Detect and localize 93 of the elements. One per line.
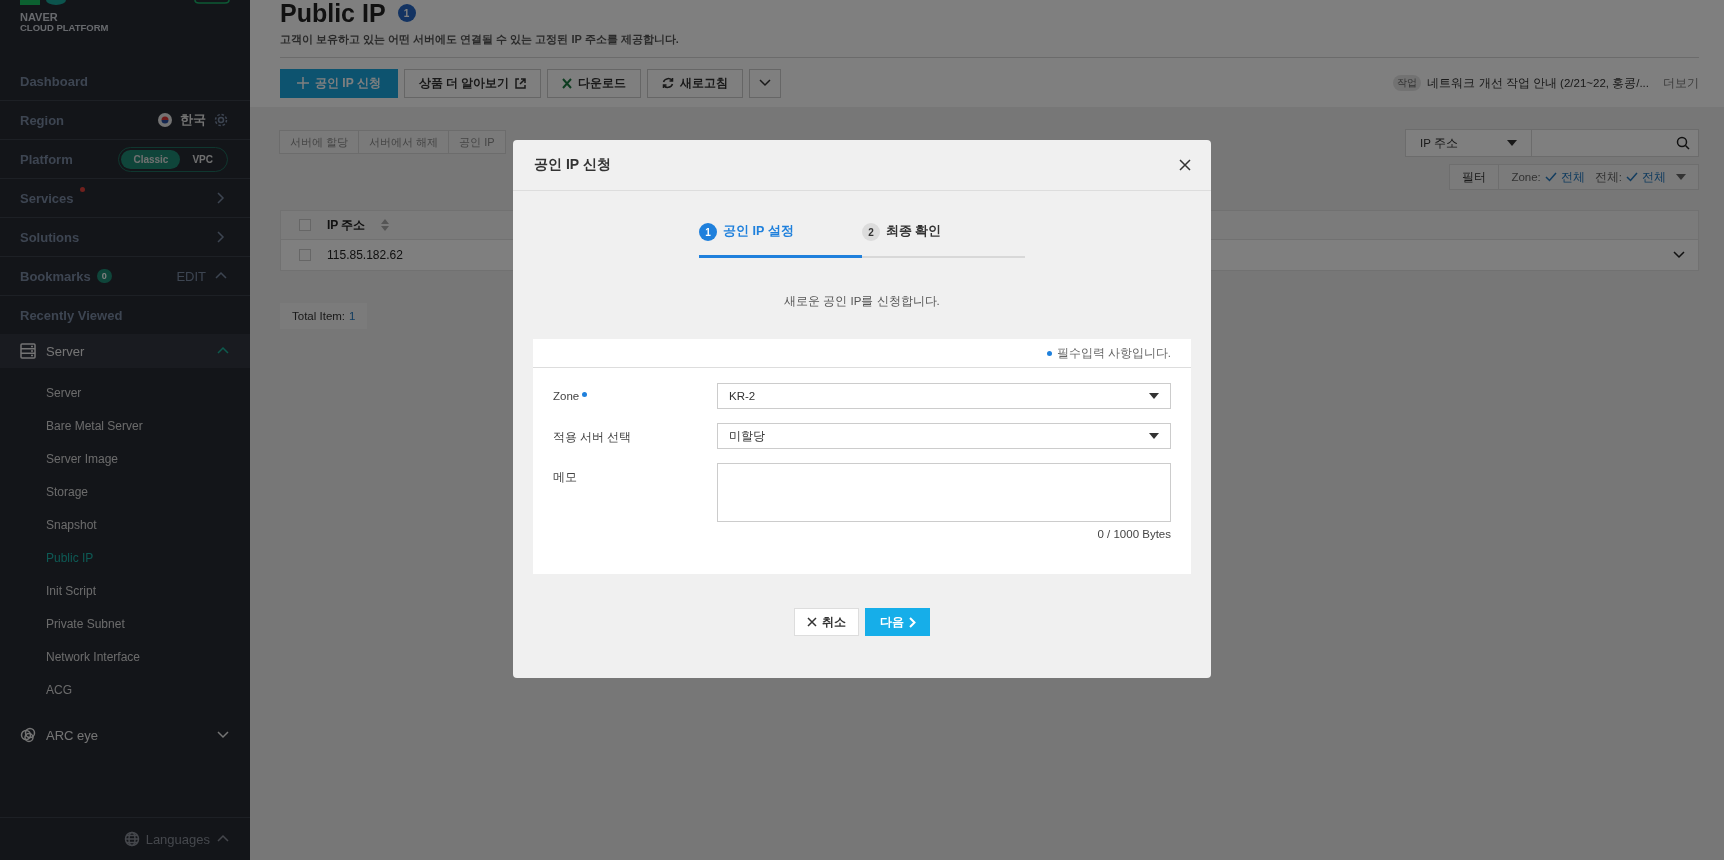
filter-value: 전체 bbox=[1642, 169, 1666, 185]
step-tab[interactable]: 1 공인 IP 설정 bbox=[699, 223, 862, 258]
notice-link[interactable]: 네트워크 개선 작업 안내 (2/21~22, 홍콩/... bbox=[1427, 75, 1649, 91]
chevron-icon bbox=[908, 616, 916, 628]
select-value: 미할당 bbox=[729, 428, 765, 444]
more-link[interactable]: 더보기 bbox=[1663, 75, 1699, 91]
checkbox[interactable] bbox=[299, 219, 311, 231]
menu-group-header[interactable]: Server bbox=[0, 334, 250, 368]
submenu-item[interactable]: Bare Metal Server bbox=[46, 409, 250, 442]
cancel-button[interactable]: 취소 bbox=[794, 608, 859, 636]
settings-icon[interactable] bbox=[214, 113, 228, 127]
submenu-item[interactable]: Server bbox=[46, 376, 250, 409]
caret-icon bbox=[1676, 174, 1686, 180]
check-icon bbox=[1544, 172, 1557, 182]
intro-text: 새로운 공인 IP를 신청합니다. bbox=[783, 294, 941, 309]
count-badge: 0 bbox=[96, 269, 112, 283]
field-label: 메모 bbox=[553, 471, 577, 483]
brand-name: NAVER bbox=[20, 11, 58, 23]
byte-counter: 0 / 1000 Bytes bbox=[1097, 528, 1171, 540]
submenu-item[interactable]: Network Interface bbox=[46, 640, 250, 673]
step-label: 공인 IP 설정 bbox=[723, 223, 794, 240]
search-icon bbox=[1676, 136, 1690, 150]
close-icon bbox=[807, 617, 817, 627]
field-label: 적용 서버 선택 bbox=[553, 431, 632, 443]
submenu-item[interactable]: Private Subnet bbox=[46, 607, 250, 640]
step-label: 최종 확인 bbox=[886, 223, 942, 240]
total-label: Total Item: bbox=[292, 310, 346, 322]
count-badge: 1 bbox=[397, 4, 416, 22]
next-button[interactable]: 다음 bbox=[865, 608, 930, 636]
toggle-option[interactable]: Classic bbox=[121, 149, 181, 169]
submenu-item[interactable]: ACG bbox=[46, 673, 250, 706]
apply-button[interactable]: 공인 IP 신청 bbox=[280, 68, 398, 98]
menu-item[interactable]: Bookmarks bbox=[20, 268, 91, 284]
close-icon[interactable] bbox=[1179, 159, 1191, 171]
select-field[interactable]: KR-2 bbox=[717, 383, 1171, 409]
check-icon bbox=[1626, 172, 1638, 182]
more-button[interactable] bbox=[749, 68, 782, 98]
rings-icon bbox=[20, 727, 36, 743]
menu-item[interactable]: Services bbox=[20, 190, 74, 206]
field-label: Zone bbox=[553, 390, 580, 402]
checkbox[interactable] bbox=[299, 249, 311, 261]
external-link-icon bbox=[515, 77, 527, 89]
search-bar[interactable]: IP 주소 bbox=[1405, 129, 1699, 157]
menu-item[interactable]: Recently Viewed bbox=[20, 307, 123, 323]
required-note: 필수입력 사항입니다. bbox=[1056, 345, 1171, 361]
refresh-button[interactable]: 새로고침 bbox=[647, 68, 744, 98]
submenu-item[interactable]: Server Image bbox=[46, 442, 250, 475]
region-value: 한국 bbox=[180, 111, 206, 129]
flag-icon bbox=[158, 113, 172, 127]
download-button[interactable]: 다운로드 bbox=[547, 68, 642, 98]
filter-label: 전체: bbox=[1594, 169, 1622, 185]
filter-summary[interactable]: Zone: 전체 전체: 전체 bbox=[1499, 169, 1698, 185]
edit-link[interactable]: EDIT bbox=[176, 268, 206, 284]
filter-button[interactable]: 필터 bbox=[1450, 165, 1500, 189]
caret-icon bbox=[1149, 433, 1159, 439]
column-header[interactable]: IP 주소 bbox=[327, 216, 366, 234]
server-icon bbox=[20, 343, 36, 359]
table-cell-text: 115.85.182.62 bbox=[327, 248, 404, 262]
globe-icon bbox=[123, 831, 140, 847]
step-tab[interactable]: 2 최종 확인 bbox=[862, 223, 1025, 258]
select-field[interactable]: 미할당 bbox=[717, 423, 1171, 449]
excel-icon bbox=[562, 77, 573, 89]
menu-group-header[interactable]: ARC eye bbox=[0, 718, 250, 752]
page-title: Public IP bbox=[280, 0, 386, 28]
plus-icon bbox=[297, 77, 309, 89]
submenu-item[interactable]: Snapshot bbox=[46, 508, 250, 541]
group-label: Server bbox=[46, 343, 86, 359]
caret-icon bbox=[1507, 140, 1517, 146]
required-dot bbox=[1046, 350, 1052, 356]
group-label: ARC eye bbox=[46, 727, 100, 743]
dialog-title: 공인 IP 신청 bbox=[534, 156, 611, 174]
notice-tag: 작업 bbox=[1393, 75, 1422, 91]
search-type-select[interactable]: IP 주소 bbox=[1406, 130, 1532, 156]
refresh-icon bbox=[662, 77, 675, 89]
badge-icon bbox=[194, 0, 230, 4]
caret-icon bbox=[1149, 393, 1159, 399]
menu-item[interactable]: Solutions bbox=[20, 229, 80, 245]
total-value: 1 bbox=[349, 310, 356, 322]
menu-item[interactable]: Dashboard bbox=[20, 73, 88, 89]
step-number: 2 bbox=[862, 223, 880, 241]
learn-more-button[interactable]: 상품 더 알아보기 bbox=[403, 68, 542, 98]
submenu-item[interactable]: Storage bbox=[46, 475, 250, 508]
filter-value: 전체 bbox=[1560, 169, 1585, 185]
select-value: IP 주소 bbox=[1420, 135, 1458, 151]
submenu-item[interactable]: Init Script bbox=[46, 574, 250, 607]
select-value: KR-2 bbox=[729, 390, 756, 402]
brand-subtitle: CLOUD PLATFORM bbox=[20, 22, 109, 34]
step-number: 1 bbox=[699, 223, 717, 241]
submenu-item[interactable]: Public IP bbox=[46, 541, 250, 574]
filter-label: Zone: bbox=[1511, 171, 1541, 183]
page-description: 고객이 보유하고 있는 어떤 서버에도 연결될 수 있는 고정된 IP 주소를 제공합니다. bbox=[280, 32, 680, 47]
toggle-option[interactable]: VPC bbox=[180, 149, 225, 169]
memo-field[interactable] bbox=[717, 463, 1171, 522]
